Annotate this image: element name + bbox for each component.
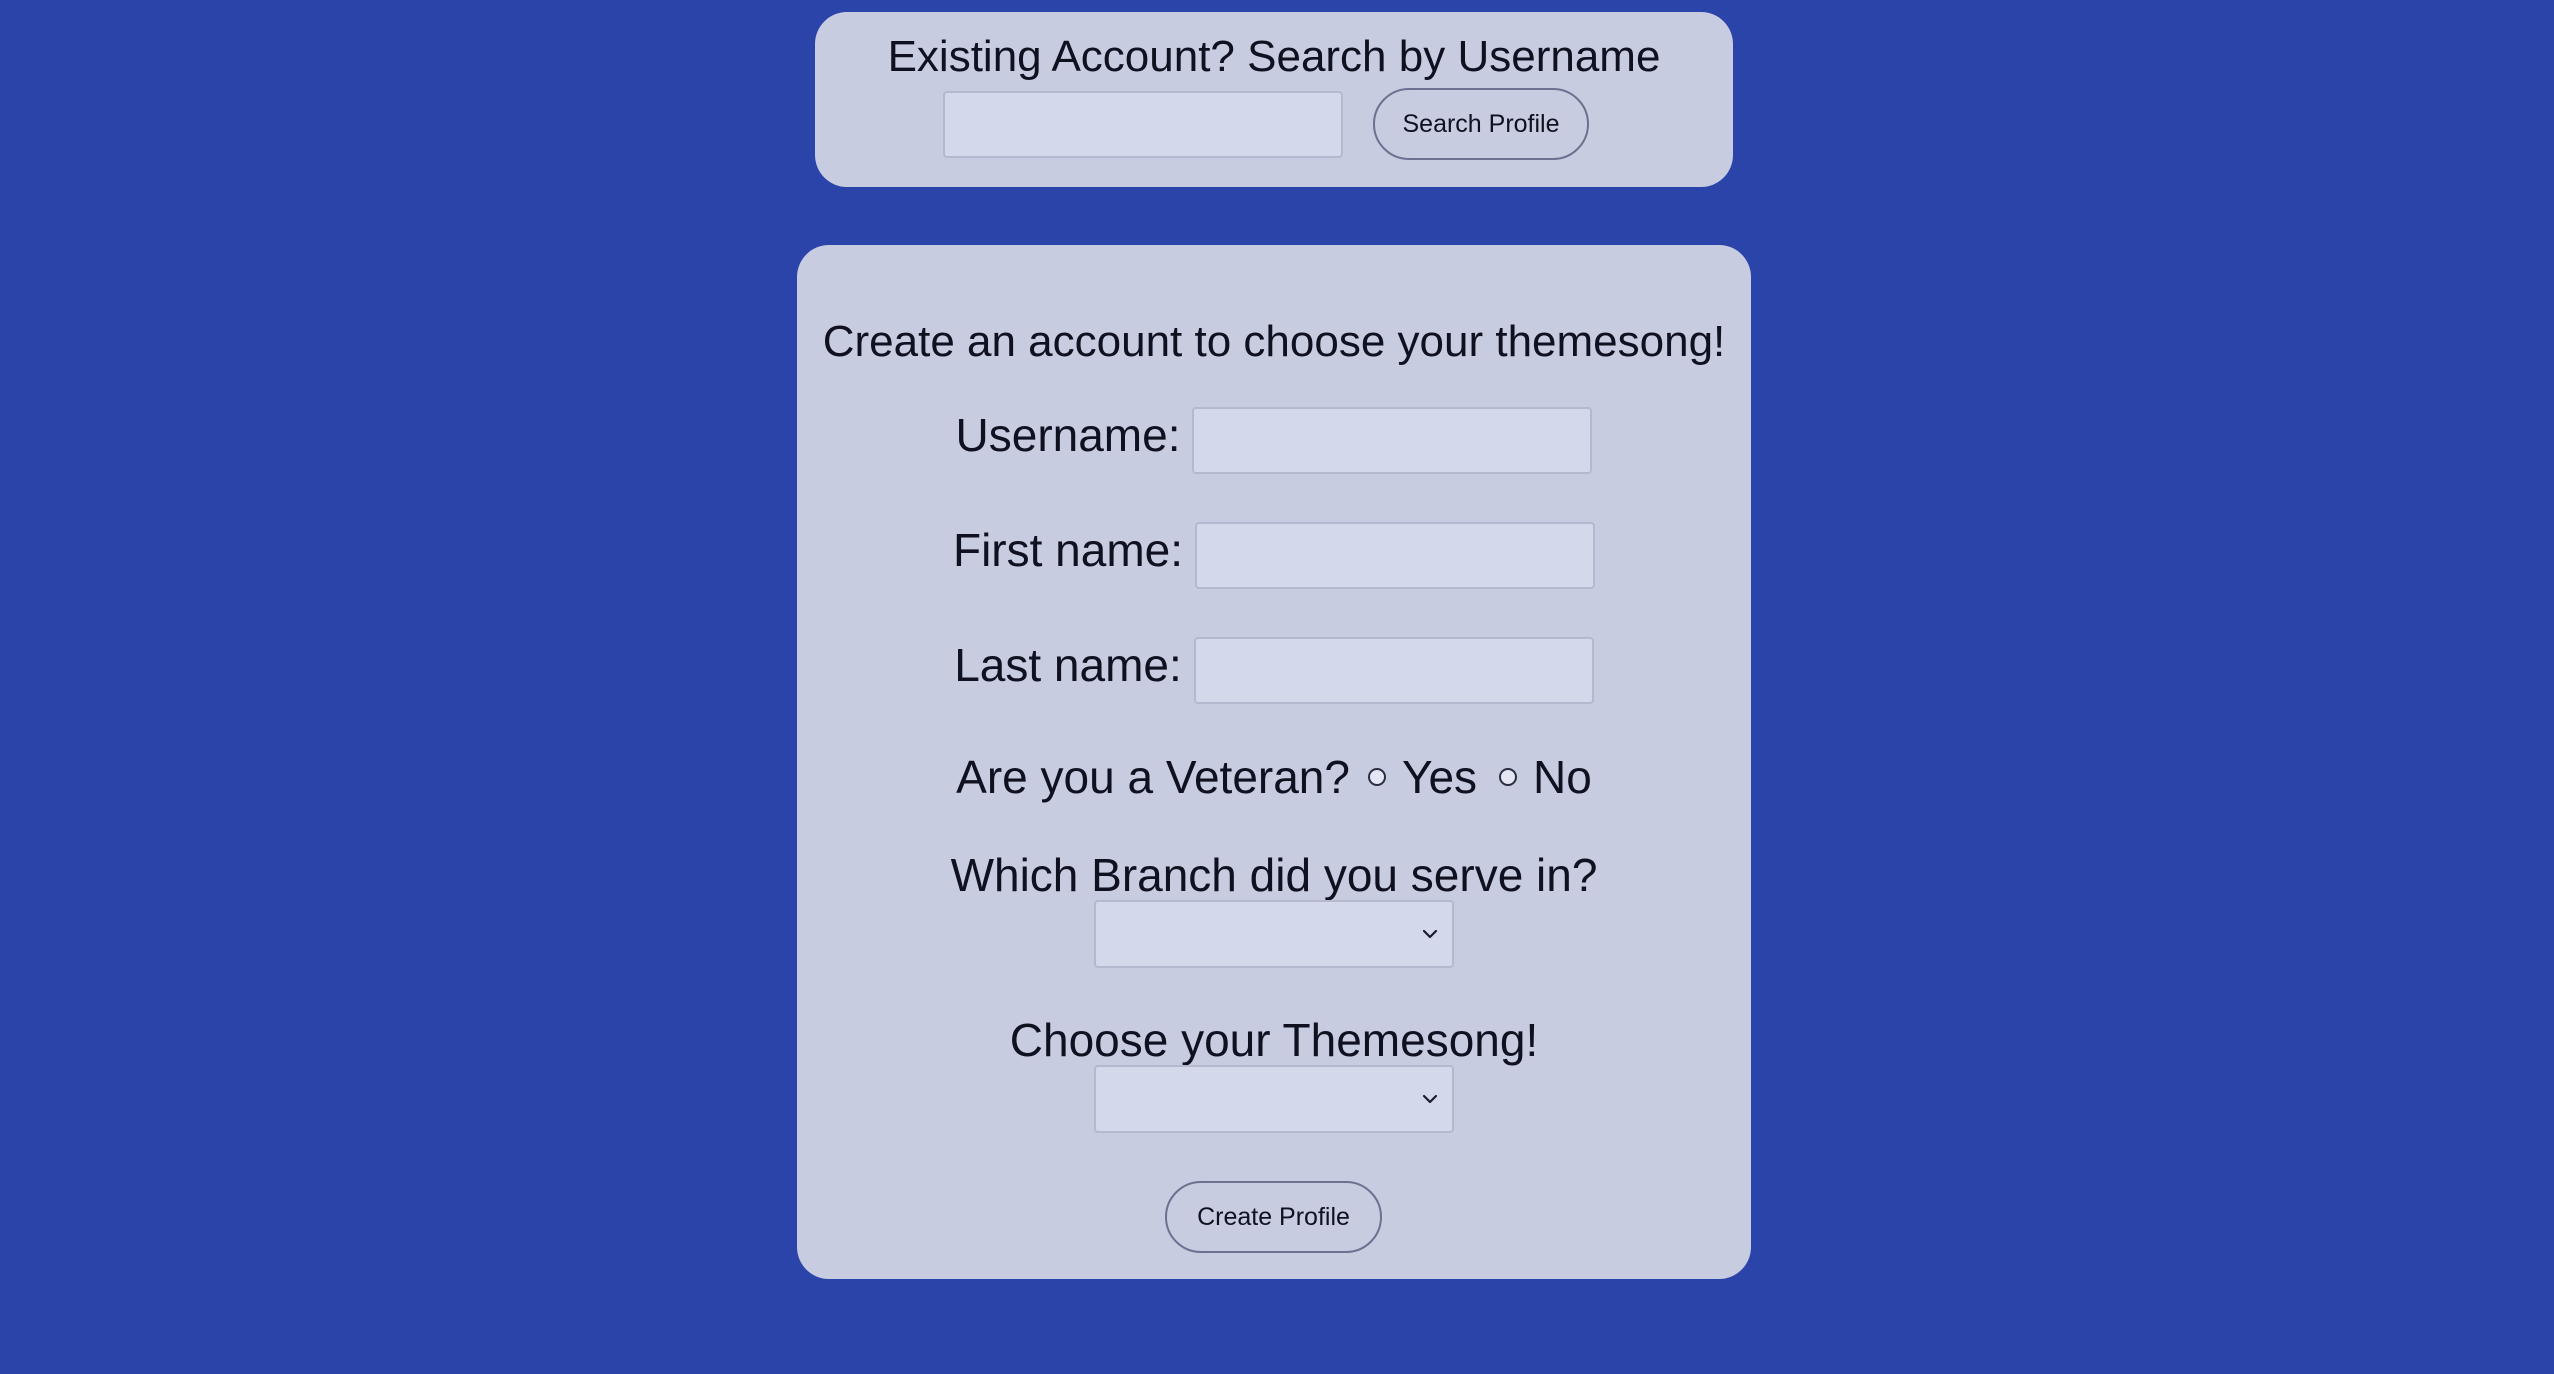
- username-row: Username:: [797, 407, 1751, 474]
- search-profile-button[interactable]: Search Profile: [1373, 88, 1589, 160]
- create-account-title: Create an account to choose your themeso…: [822, 317, 1726, 366]
- branch-select[interactable]: [1094, 900, 1454, 968]
- veteran-yes-label[interactable]: Yes: [1402, 749, 1477, 805]
- search-row: Search Profile: [943, 88, 1589, 160]
- lastname-label: Last name:: [954, 638, 1182, 691]
- lastname-input[interactable]: [1193, 637, 1594, 704]
- username-label: Username:: [955, 408, 1181, 461]
- veteran-row: Are you a Veteran? Yes No: [797, 749, 1751, 805]
- themesong-select[interactable]: [1094, 1065, 1454, 1133]
- create-profile-button[interactable]: Create Profile: [1165, 1181, 1382, 1253]
- search-profile-card: Existing Account? Search by Username Sea…: [815, 12, 1733, 187]
- veteran-yes-radio-icon[interactable]: [1367, 768, 1386, 786]
- veteran-question-label: Are you a Veteran?: [956, 751, 1350, 803]
- username-input[interactable]: [1192, 407, 1593, 474]
- search-username-input[interactable]: [943, 90, 1343, 158]
- firstname-row: First name:: [797, 522, 1751, 589]
- veteran-no-radio-icon[interactable]: [1499, 768, 1518, 786]
- search-title: Existing Account? Search by Username: [887, 32, 1661, 81]
- lastname-row: Last name:: [797, 637, 1751, 704]
- veteran-no-label[interactable]: No: [1533, 749, 1592, 805]
- create-account-card: Create an account to choose your themeso…: [797, 245, 1751, 1279]
- chevron-down-icon: [1422, 1094, 1438, 1104]
- firstname-label: First name:: [952, 523, 1184, 576]
- branch-label: Which Branch did you serve in?: [950, 849, 1598, 901]
- chevron-down-icon: [1422, 929, 1438, 939]
- firstname-input[interactable]: [1195, 522, 1596, 589]
- themesong-label: Choose your Themesong!: [1009, 1014, 1539, 1066]
